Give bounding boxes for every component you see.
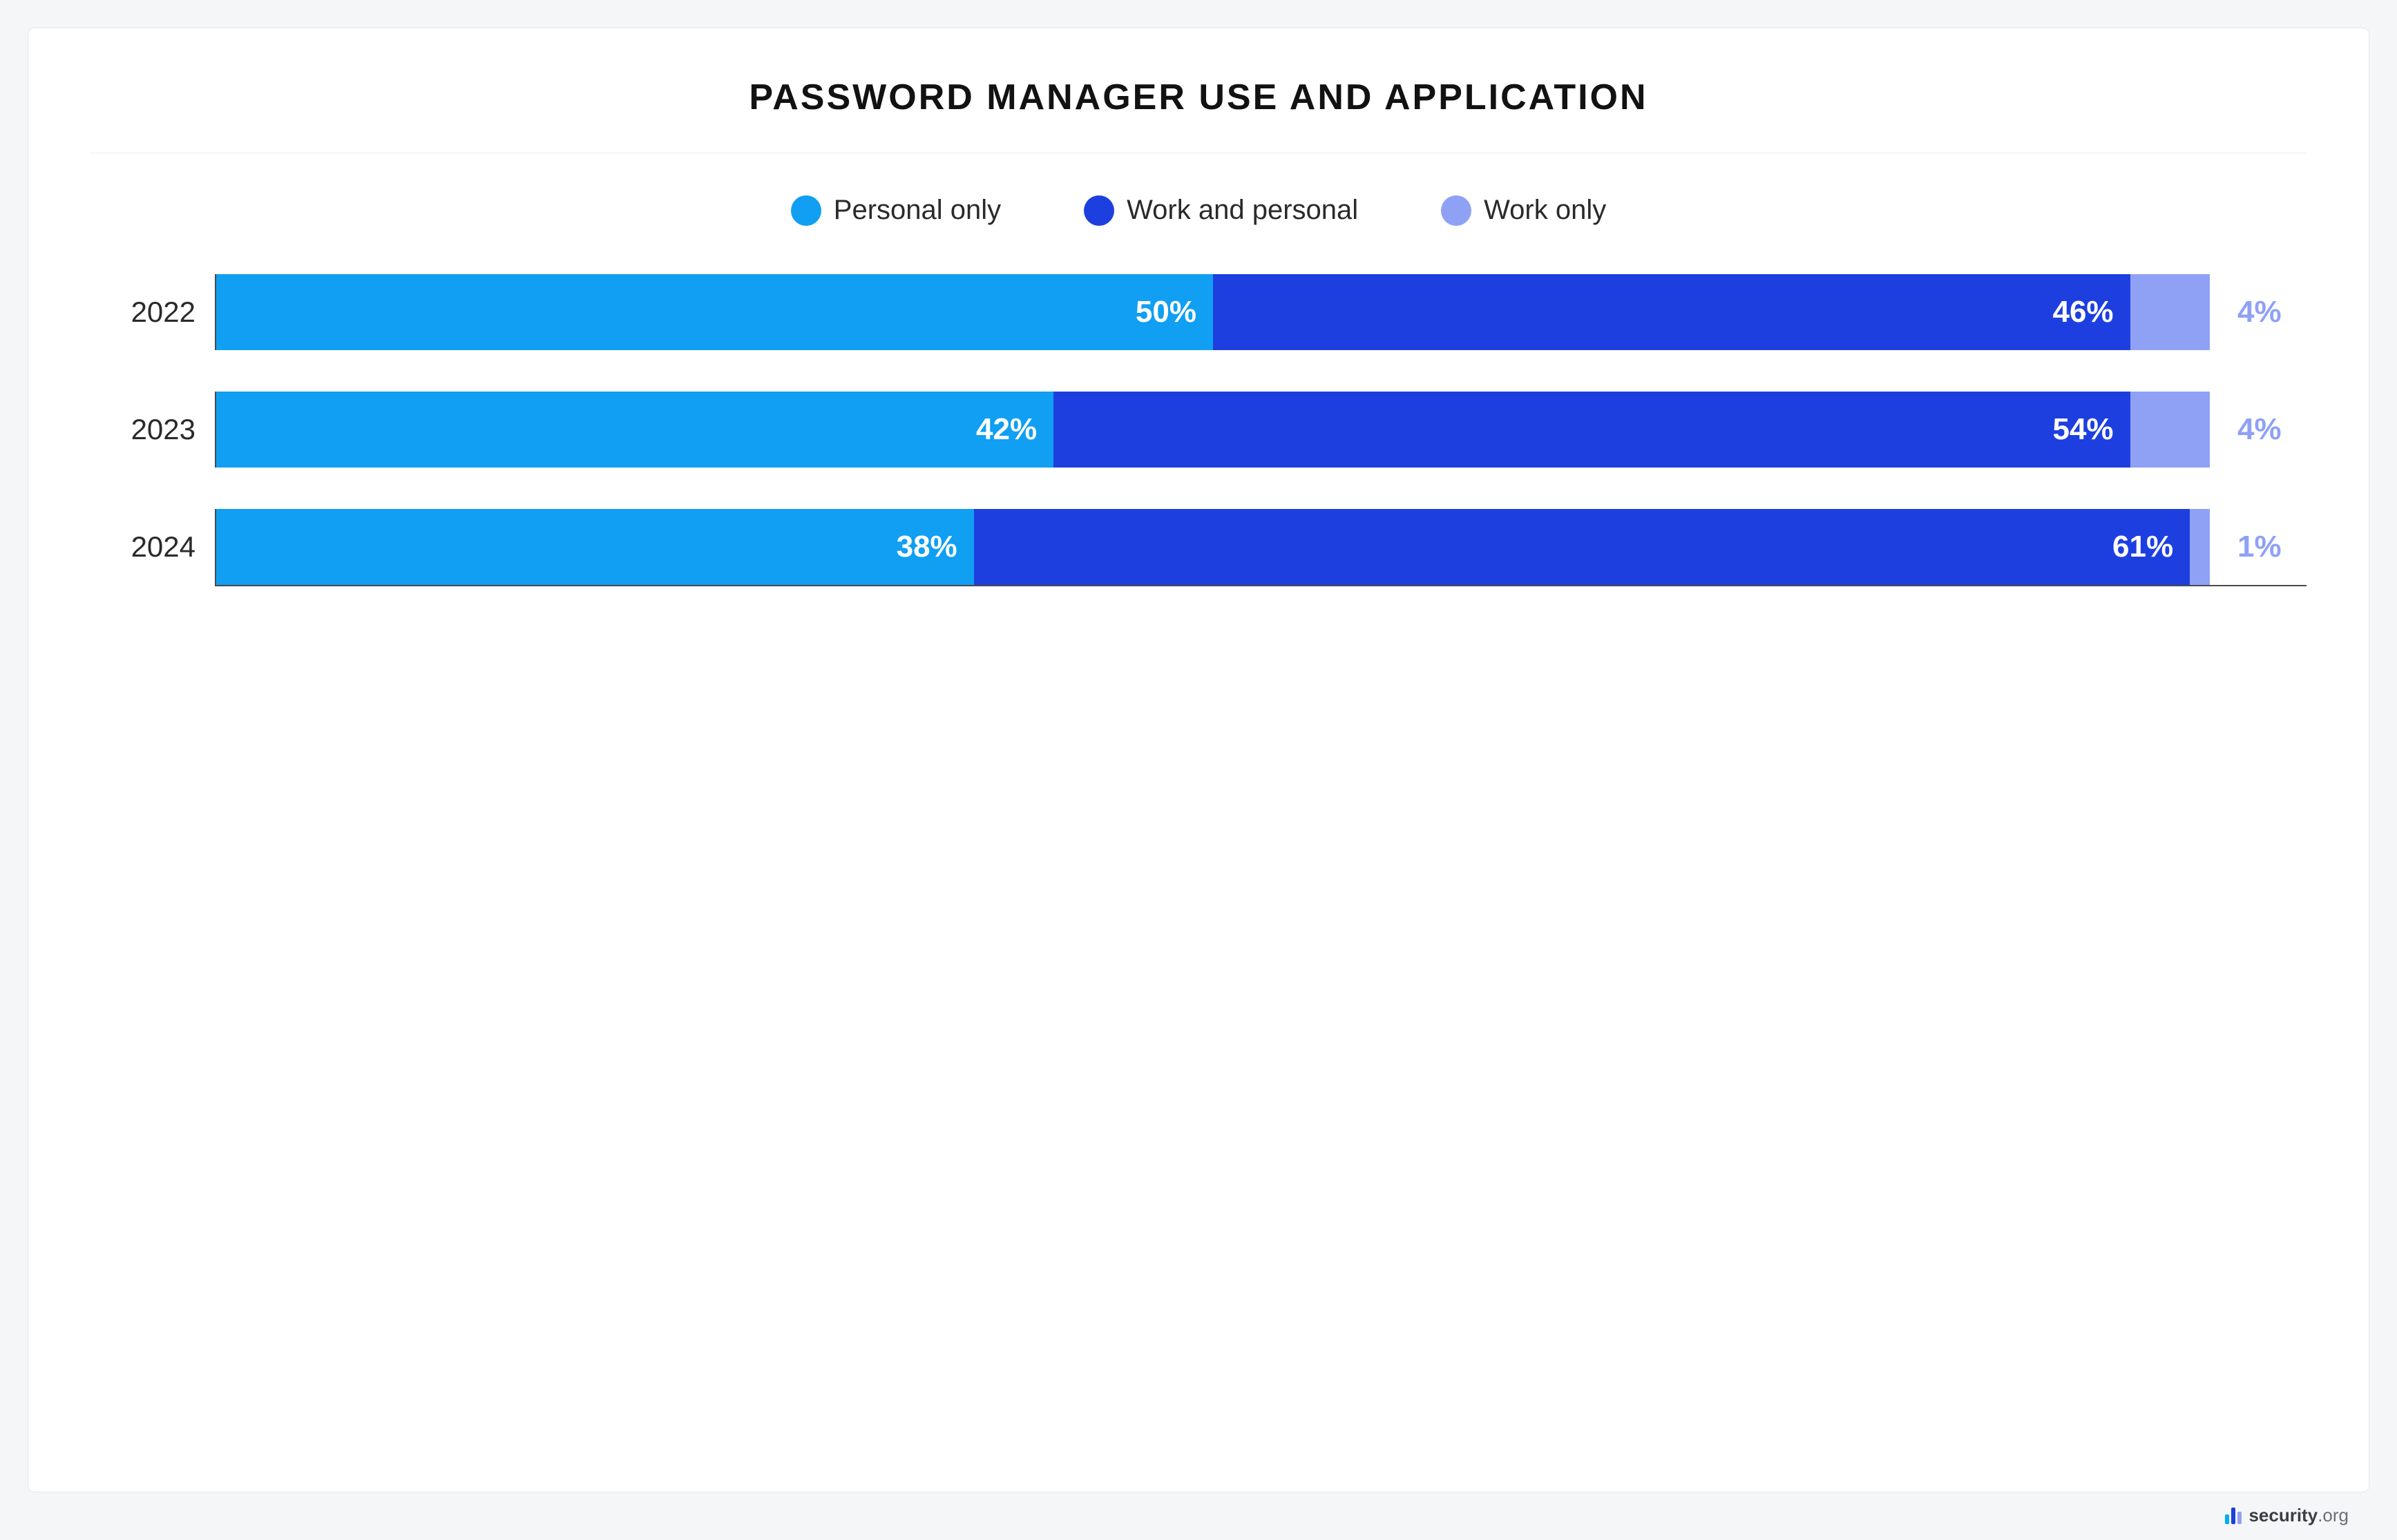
bar-segment: 54% (1053, 392, 2130, 468)
legend-swatch (1441, 195, 1471, 226)
legend: Personal only Work and personal Work only (90, 195, 2307, 226)
legend-item: Personal only (791, 195, 1001, 226)
brand-text: security.org (2248, 1505, 2349, 1526)
legend-label: Work and personal (1127, 195, 1358, 226)
chart-card: PASSWORD MANAGER USE AND APPLICATION Per… (28, 28, 2369, 1492)
bar-segment: 46% (1213, 274, 2130, 350)
bar-wrap: 50%46% (215, 274, 2210, 350)
chart-area: 2022 50%46% 4% 2023 42%54% 4% 2024 38%61% 1% (90, 253, 2307, 1450)
legend-label: Personal only (834, 195, 1001, 226)
bar-row: 2024 38%61% 1% (90, 509, 2307, 585)
bar-segment (2190, 509, 2210, 585)
bar-row: 2023 42%54% 4% (90, 392, 2307, 468)
legend-swatch (791, 195, 821, 226)
bar-row: 2022 50%46% 4% (90, 274, 2307, 350)
brand-logo-icon (2225, 1508, 2242, 1524)
bar-segment: 50% (216, 274, 1213, 350)
bar-segment (2130, 274, 2210, 350)
bar-wrap: 42%54% (215, 392, 2210, 468)
category-label: 2022 (90, 296, 201, 329)
bar-track: 42%54% (216, 392, 2210, 468)
legend-label: Work only (1484, 195, 1606, 226)
bar-segment: 61% (974, 509, 2190, 585)
bar-segment: 38% (216, 509, 974, 585)
attribution: security.org (28, 1492, 2369, 1526)
bar-segment (2130, 392, 2210, 468)
external-value-label: 1% (2224, 530, 2307, 564)
category-label: 2024 (90, 530, 201, 564)
bar-track: 50%46% (216, 274, 2210, 350)
external-value-label: 4% (2224, 295, 2307, 329)
external-value-label: 4% (2224, 412, 2307, 447)
category-label: 2023 (90, 413, 201, 446)
legend-swatch (1084, 195, 1114, 226)
chart-title: PASSWORD MANAGER USE AND APPLICATION (90, 77, 2307, 118)
legend-item: Work and personal (1084, 195, 1358, 226)
bar-wrap: 38%61% (215, 509, 2210, 585)
x-axis-line (215, 585, 2307, 586)
legend-item: Work only (1441, 195, 1606, 226)
bar-segment: 42% (216, 392, 1053, 468)
bar-track: 38%61% (216, 509, 2210, 585)
